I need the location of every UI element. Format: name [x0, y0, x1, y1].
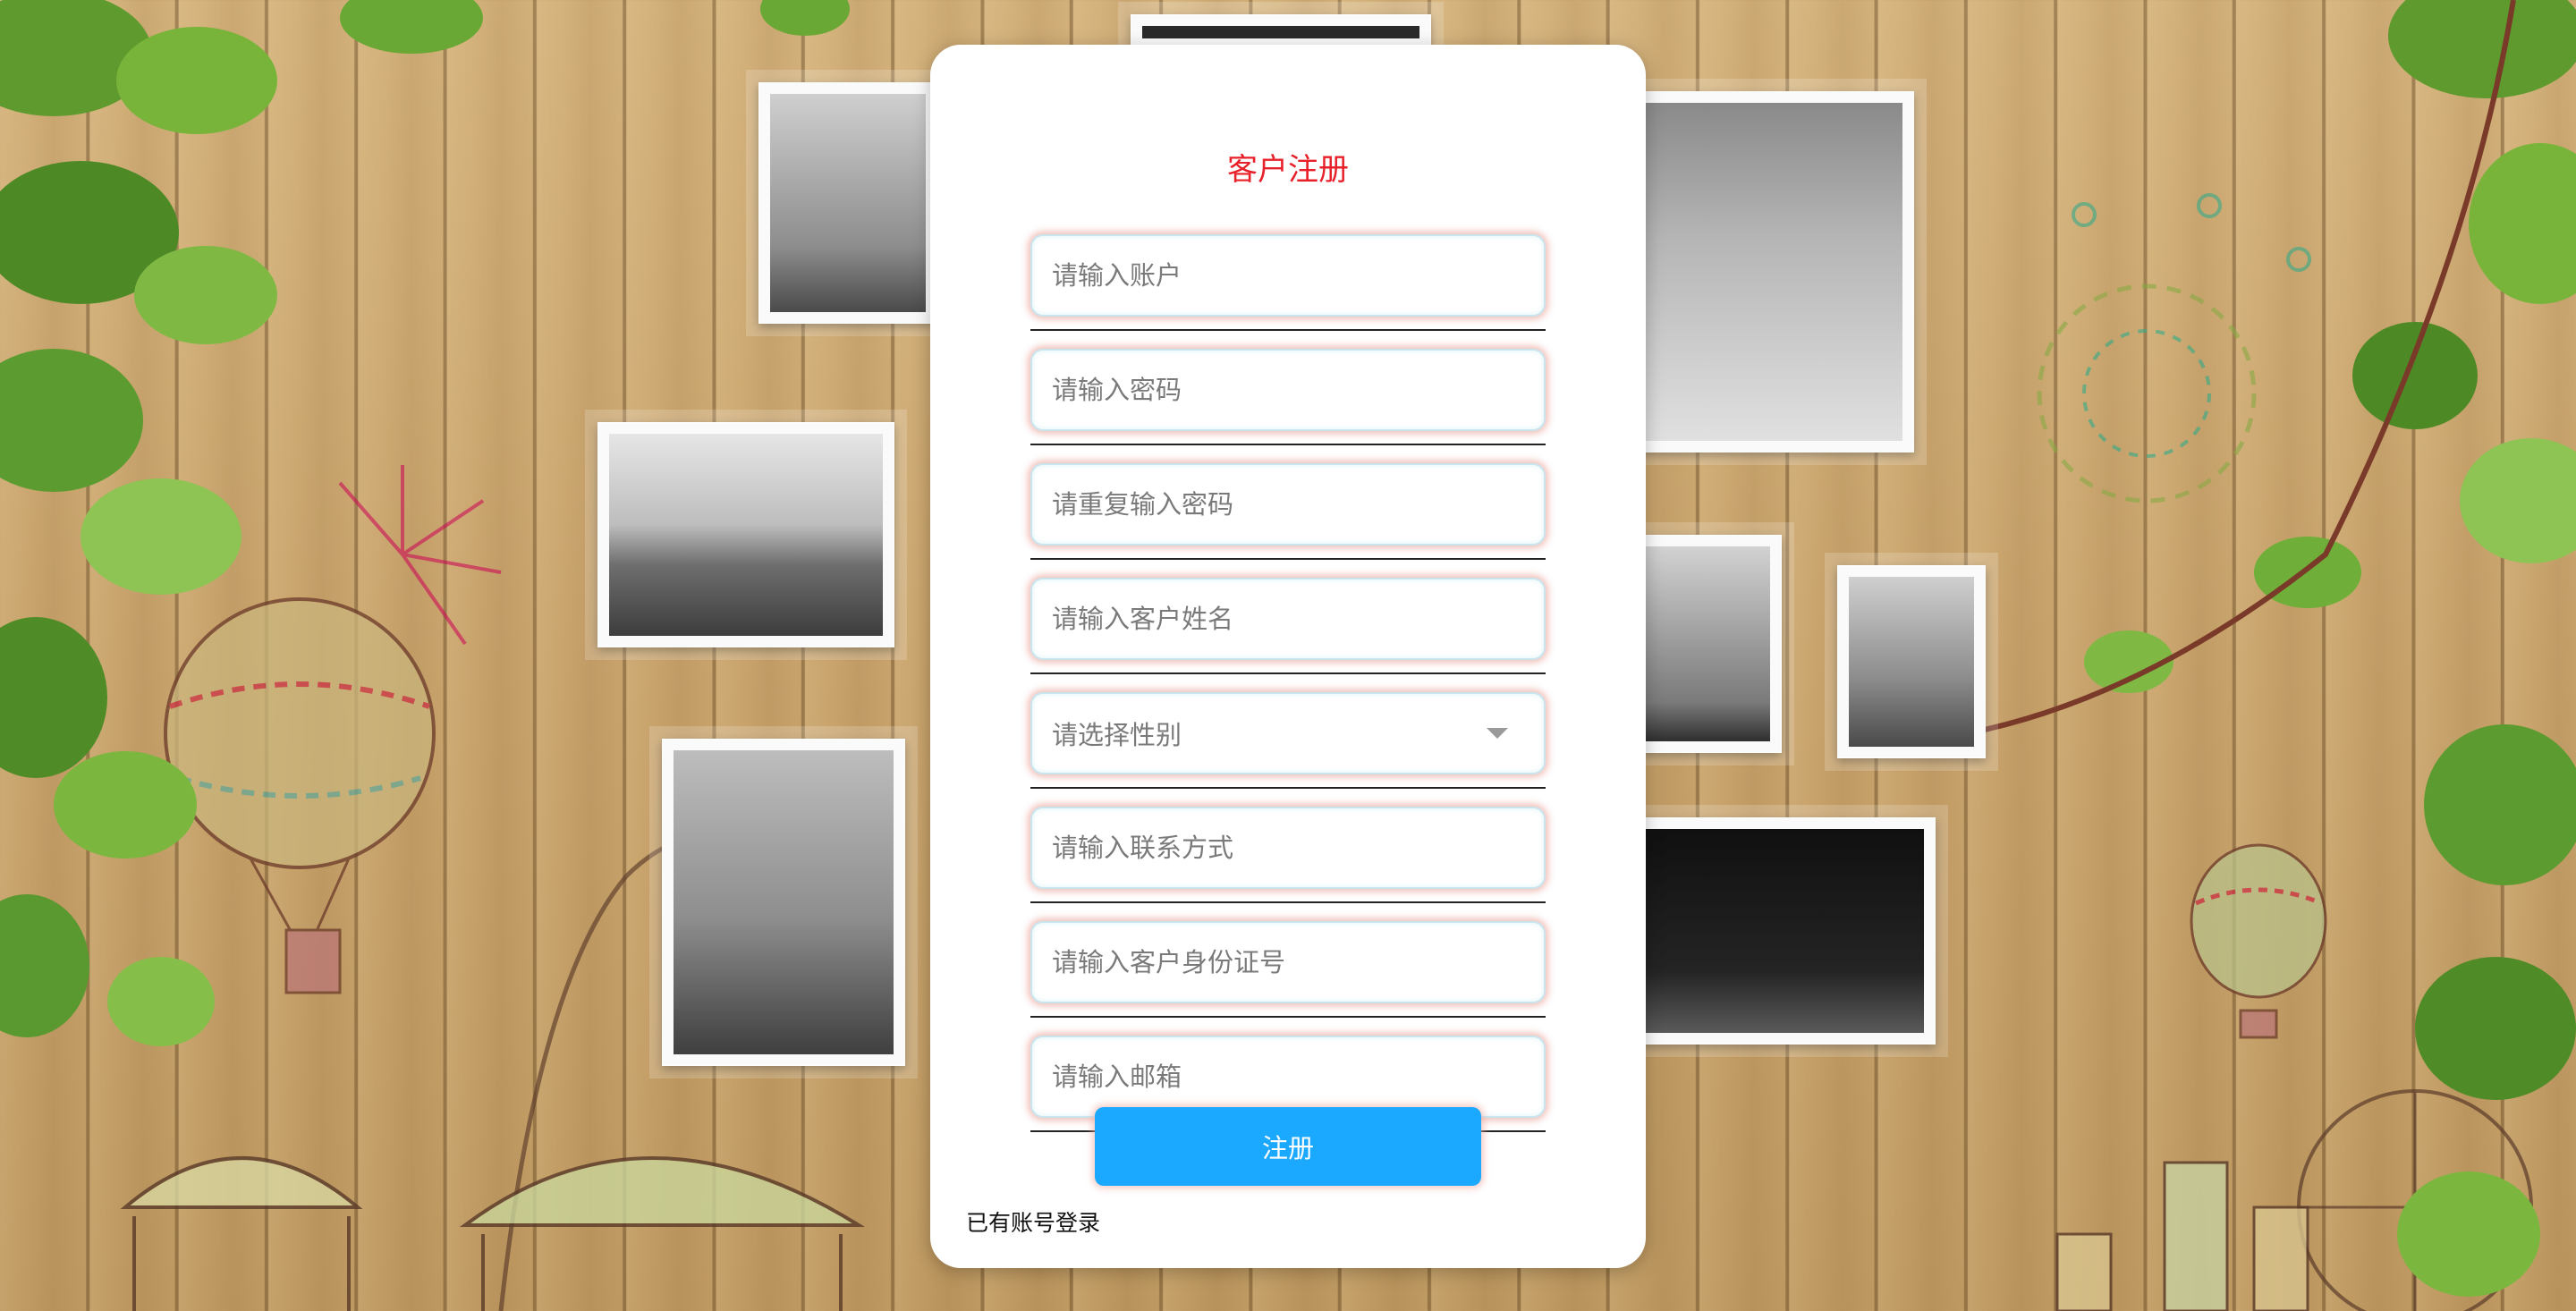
photo-sky-tower	[1631, 91, 1914, 453]
id-number-input-wrapper	[1030, 921, 1546, 1003]
contact-input[interactable]	[1052, 808, 1524, 887]
photo-night-city	[1631, 817, 1936, 1045]
photo-mountains	[597, 422, 894, 647]
firework-right	[2037, 193, 2311, 503]
divider	[1030, 901, 1546, 903]
gender-select-placeholder: 请选择性别	[1052, 720, 1182, 750]
email-input[interactable]	[1052, 1037, 1524, 1116]
register-card: 客户注册 请选择性别 注册 已有账号登录	[930, 45, 1646, 1268]
divider	[1030, 444, 1546, 445]
houses-illustration	[2055, 1161, 2309, 1311]
customer-name-input[interactable]	[1052, 579, 1524, 658]
contact-input-wrapper	[1030, 807, 1546, 889]
divider	[1030, 787, 1546, 789]
page-title: 客户注册	[1227, 152, 1349, 188]
password-input-wrapper	[1030, 349, 1546, 431]
register-button[interactable]: 注册	[1095, 1107, 1481, 1186]
carousel-illustration	[120, 1156, 865, 1311]
divider	[1030, 672, 1546, 674]
photo-building	[1837, 565, 1986, 758]
photo-stop-sign	[662, 739, 905, 1066]
balloon-left-illustration	[164, 597, 436, 994]
customer-name-input-wrapper	[1030, 578, 1546, 660]
chevron-down-icon	[1487, 728, 1508, 739]
photo-tree	[1631, 535, 1782, 753]
email-input-wrapper	[1030, 1036, 1546, 1118]
confirm-password-input-wrapper	[1030, 463, 1546, 546]
photo-sculpture	[758, 82, 937, 324]
balloon-right-illustration	[2190, 843, 2327, 1039]
login-link[interactable]: 已有账号登录	[966, 1205, 1100, 1238]
divider	[1030, 558, 1546, 560]
divider	[1030, 329, 1546, 331]
confirm-password-input[interactable]	[1052, 465, 1524, 544]
account-input-wrapper	[1030, 234, 1546, 317]
account-input[interactable]	[1052, 236, 1524, 315]
divider	[1030, 1016, 1546, 1018]
password-input[interactable]	[1052, 351, 1524, 429]
gender-select[interactable]: 请选择性别	[1030, 692, 1546, 774]
id-number-input[interactable]	[1052, 923, 1524, 1002]
vine-leaves-right	[1967, 0, 2576, 1297]
